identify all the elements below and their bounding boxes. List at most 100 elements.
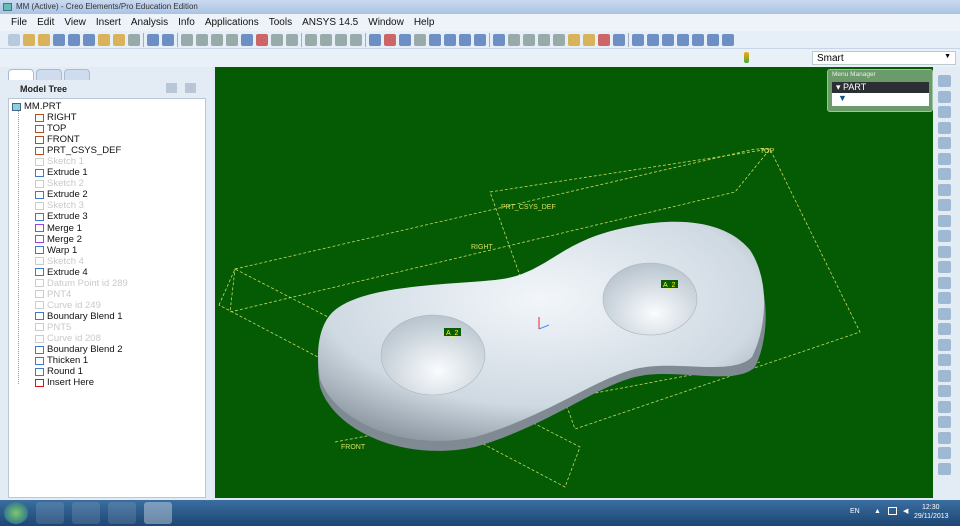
feature-tool-icon[interactable] [938,307,951,320]
toolbar-button-icon[interactable] [8,33,20,46]
toolbar-button-icon[interactable] [38,33,50,46]
toolbar-button-icon[interactable] [369,33,381,46]
menu-analysis[interactable]: Analysis [126,17,173,28]
feature-tool-icon[interactable] [938,276,951,289]
menu-insert[interactable]: Insert [91,17,126,28]
toolbar-button-icon[interactable] [241,33,253,46]
tree-item[interactable]: Thicken 1 [35,355,88,366]
feature-tool-icon[interactable] [938,183,951,196]
feature-tool-icon[interactable] [938,121,951,134]
feature-tool-icon[interactable] [938,214,951,227]
feature-tool-icon[interactable] [938,431,951,444]
network-icon[interactable] [888,507,897,515]
menu-file[interactable]: File [6,17,32,28]
taskbar-ie[interactable] [36,502,64,524]
toolbar-button-icon[interactable] [647,33,659,46]
toolbar-button-icon[interactable] [598,33,610,46]
tab-layers[interactable] [36,69,62,80]
toolbar-button-icon[interactable] [196,33,208,46]
tree-item[interactable]: Sketch 2 [35,178,84,189]
tree-root[interactable]: MM.PRT [12,101,61,112]
feature-tool-icon[interactable] [938,447,951,459]
feature-tool-icon[interactable] [938,400,951,413]
toolbar-button-icon[interactable] [350,33,362,46]
feature-tool-icon[interactable] [938,462,951,475]
tree-item[interactable]: PNT5 [35,322,71,333]
feature-tool-icon[interactable] [938,354,951,366]
toolbar-button-icon[interactable] [508,33,520,46]
toolbar-button-icon[interactable] [271,33,283,46]
toolbar-button-icon[interactable] [305,33,317,46]
tree-item[interactable]: Merge 1 [35,223,82,234]
tree-item[interactable]: Extrude 3 [35,211,88,222]
feature-tool-icon[interactable] [938,199,951,211]
tree-item[interactable]: Extrude 4 [35,267,88,278]
volume-icon[interactable]: ◀ [903,507,908,515]
toolbar-button-icon[interactable] [523,33,535,46]
tree-item[interactable]: Extrude 2 [35,189,88,200]
feature-tool-icon[interactable] [938,323,951,335]
menu-window[interactable]: Window [363,17,409,28]
selection-filter-select[interactable]: Smart ▼ [812,51,956,65]
tree-item[interactable]: Insert Here [35,377,94,388]
feature-tool-icon[interactable] [938,416,951,428]
toolbar-button-icon[interactable] [553,33,565,46]
toolbar-button-icon[interactable] [335,33,347,46]
toolbar-button-icon[interactable] [147,33,159,46]
toolbar-button-icon[interactable] [722,33,734,46]
filter-icon[interactable]: ▼ [832,93,929,106]
tree-item[interactable]: PNT4 [35,289,71,300]
tree-item[interactable]: Merge 2 [35,234,82,245]
toolbar-button-icon[interactable] [677,33,689,46]
toolbar-button-icon[interactable] [211,33,223,46]
toolbar-button-icon[interactable] [256,33,268,46]
feature-tool-icon[interactable] [938,75,951,87]
toolbar-button-icon[interactable] [474,33,486,46]
tree-item[interactable]: RIGHT [35,112,77,123]
toolbar-button-icon[interactable] [181,33,193,46]
toolbar-button-icon[interactable] [23,33,35,46]
tree-item[interactable]: Boundary Blend 2 [35,344,123,355]
menu-help[interactable]: Help [409,17,440,28]
feature-tool-icon[interactable] [938,338,951,351]
tree-item[interactable]: PRT_CSYS_DEF [35,145,121,156]
toolbar-button-icon[interactable] [113,33,125,46]
feature-tool-icon[interactable] [938,369,951,382]
menu-ansys-14-5[interactable]: ANSYS 14.5 [297,17,363,28]
toolbar-button-icon[interactable] [538,33,550,46]
menu-tools[interactable]: Tools [264,17,297,28]
regen-status-icon[interactable] [744,52,749,63]
graphics-viewport[interactable]: TOP RIGHT FRONT PRT_CSYS_DEF A_2 A_2 [215,67,933,498]
toolbar-button-icon[interactable] [493,33,505,46]
tab-folder-browser[interactable] [64,69,90,80]
toolbar-button-icon[interactable] [429,33,441,46]
taskbar-app[interactable] [108,502,136,524]
tree-item[interactable]: Warp 1 [35,245,77,256]
clock-time[interactable]: 12:30 [922,504,940,511]
toolbar-button-icon[interactable] [226,33,238,46]
toolbar-button-icon[interactable] [53,33,65,46]
toolbar-button-icon[interactable] [68,33,80,46]
taskbar-explorer[interactable] [72,502,100,524]
toolbar-button-icon[interactable] [583,33,595,46]
menu-info[interactable]: Info [173,17,200,28]
feature-tool-icon[interactable] [938,168,951,180]
toolbar-button-icon[interactable] [286,33,298,46]
tree-item[interactable]: Curve id 249 [35,300,101,311]
feature-tool-icon[interactable] [938,137,951,149]
toolbar-button-icon[interactable] [320,33,332,46]
toolbar-button-icon[interactable] [613,33,625,46]
tree-item[interactable]: Sketch 1 [35,156,84,167]
menu-view[interactable]: View [59,17,91,28]
toolbar-button-icon[interactable] [128,33,140,46]
toolbar-button-icon[interactable] [384,33,396,46]
feature-tool-icon[interactable] [938,90,951,103]
toolbar-button-icon[interactable] [632,33,644,46]
tab-model-tree[interactable] [8,69,34,80]
toolbar-button-icon[interactable] [414,33,426,46]
tree-item[interactable]: Sketch 3 [35,200,84,211]
feature-tool-icon[interactable] [938,152,951,165]
tree-item[interactable]: Datum Point id 289 [35,278,128,289]
feature-tool-icon[interactable] [938,385,951,397]
toolbar-button-icon[interactable] [444,33,456,46]
